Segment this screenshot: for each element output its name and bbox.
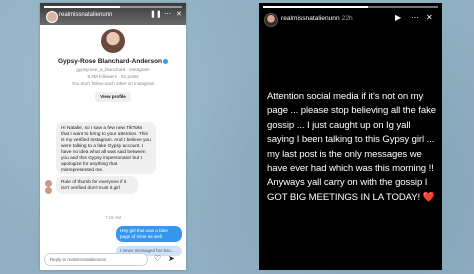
- story-username[interactable]: realmissnatalienunn: [59, 12, 112, 18]
- story-progress-bar: [44, 6, 182, 8]
- send-icon[interactable]: ➤: [168, 254, 175, 263]
- dm-display-name: Gypsy-Rose Blanchard-Anderson: [40, 58, 186, 65]
- avatar[interactable]: [264, 13, 278, 27]
- pause-icon[interactable]: ❚❚: [150, 10, 162, 18]
- incoming-message: Hi Natalie, so I saw a few new TikToks t…: [56, 122, 156, 174]
- heart-icon[interactable]: ♡: [154, 254, 161, 263]
- more-icon[interactable]: ⋯: [164, 10, 171, 18]
- play-icon[interactable]: ▶: [395, 13, 401, 22]
- story-progress-bar: [263, 6, 438, 8]
- heart-emoji: ❤️: [422, 191, 435, 203]
- reply-input[interactable]: Reply to realmissnatalienunn: [44, 253, 148, 266]
- dm-follow-note: You don't follow each other on Instagram: [71, 81, 155, 86]
- dm-screenshot-panel: realmissnatalienunn ❚❚ ⋯ ✕ Gypsy-Rose Bl…: [40, 3, 186, 270]
- incoming-message: Rule of thumb for everyone if it isn't v…: [56, 176, 138, 194]
- story-header: realmissnatalienunn ❚❚ ⋯ ✕: [40, 3, 186, 25]
- story-username[interactable]: realmissnatalienunn 22h: [281, 15, 353, 22]
- more-icon[interactable]: ⋯: [411, 13, 419, 22]
- dm-stats: 8.3M followers · 81 posts: [87, 74, 139, 79]
- view-profile-button[interactable]: View profile: [95, 92, 131, 102]
- avatar[interactable]: [46, 11, 58, 23]
- outgoing-message: Hey girl that was a fake page of mine as…: [116, 226, 182, 242]
- story-text: Attention social media if it's not on my…: [267, 91, 437, 203]
- message-timestamp: 7:16 AM: [104, 215, 122, 220]
- close-icon[interactable]: ✕: [426, 13, 433, 22]
- verified-icon: [163, 58, 169, 64]
- dm-handle: gypsyrose_a_blanchard · Instagram: [76, 67, 150, 72]
- story-time: 22h: [341, 15, 353, 22]
- close-icon[interactable]: ✕: [176, 10, 182, 18]
- sender-avatar: [45, 180, 52, 187]
- text-story-panel: realmissnatalienunn 22h ▶ ⋯ ✕ Attention s…: [259, 3, 442, 270]
- dm-profile-picture[interactable]: [101, 29, 125, 53]
- sender-avatar: [45, 187, 52, 194]
